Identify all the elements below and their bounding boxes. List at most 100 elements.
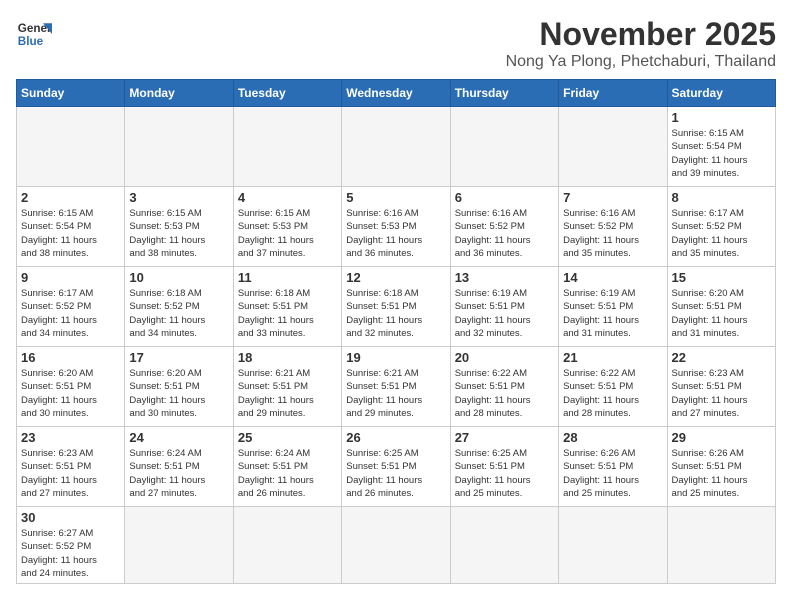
weekday-header-row: SundayMondayTuesdayWednesdayThursdayFrid… xyxy=(17,80,776,107)
day-number: 25 xyxy=(238,430,337,445)
calendar-cell xyxy=(125,107,233,187)
calendar-cell xyxy=(667,507,775,584)
calendar-table: SundayMondayTuesdayWednesdayThursdayFrid… xyxy=(16,79,776,584)
cell-sun-info: Sunrise: 6:19 AM Sunset: 5:51 PM Dayligh… xyxy=(455,287,554,340)
day-number: 28 xyxy=(563,430,662,445)
cell-sun-info: Sunrise: 6:15 AM Sunset: 5:53 PM Dayligh… xyxy=(129,207,228,260)
calendar-cell xyxy=(559,507,667,584)
calendar-cell xyxy=(450,107,558,187)
cell-sun-info: Sunrise: 6:21 AM Sunset: 5:51 PM Dayligh… xyxy=(238,367,337,420)
day-number: 4 xyxy=(238,190,337,205)
cell-sun-info: Sunrise: 6:20 AM Sunset: 5:51 PM Dayligh… xyxy=(129,367,228,420)
calendar-cell: 3 Sunrise: 6:15 AM Sunset: 5:53 PM Daylig… xyxy=(125,187,233,267)
cell-sun-info: Sunrise: 6:15 AM Sunset: 5:54 PM Dayligh… xyxy=(21,207,120,260)
day-number: 12 xyxy=(346,270,445,285)
weekday-header-wednesday: Wednesday xyxy=(342,80,450,107)
logo: General Blue xyxy=(16,16,52,52)
day-number: 3 xyxy=(129,190,228,205)
day-number: 13 xyxy=(455,270,554,285)
weekday-header-tuesday: Tuesday xyxy=(233,80,341,107)
calendar-cell: 9Sunrise: 6:17 AM Sunset: 5:52 PM Daylig… xyxy=(17,267,125,347)
day-number: 18 xyxy=(238,350,337,365)
day-number: 23 xyxy=(21,430,120,445)
day-number: 19 xyxy=(346,350,445,365)
cell-sun-info: Sunrise: 6:25 AM Sunset: 5:51 PM Dayligh… xyxy=(455,447,554,500)
calendar-cell: 10 Sunrise: 6:18 AM Sunset: 5:52 PM Dayli… xyxy=(125,267,233,347)
cell-sun-info: Sunrise: 6:22 AM Sunset: 5:51 PM Dayligh… xyxy=(563,367,662,420)
weekday-header-monday: Monday xyxy=(125,80,233,107)
calendar-cell xyxy=(342,507,450,584)
page-header: General Blue November 2025 Nong Ya Plong… xyxy=(16,16,776,71)
cell-sun-info: Sunrise: 6:15 AM Sunset: 5:53 PM Dayligh… xyxy=(238,207,337,260)
cell-sun-info: Sunrise: 6:20 AM Sunset: 5:51 PM Dayligh… xyxy=(672,287,771,340)
calendar-body: 1 Sunrise: 6:15 AM Sunset: 5:54 PM Daylig… xyxy=(17,107,776,584)
calendar-cell: 2 Sunrise: 6:15 AM Sunset: 5:54 PM Daylig… xyxy=(17,187,125,267)
cell-sun-info: Sunrise: 6:16 AM Sunset: 5:52 PM Dayligh… xyxy=(563,207,662,260)
day-number: 7 xyxy=(563,190,662,205)
calendar-week-row: 30Sunrise: 6:27 AM Sunset: 5:52 PM Dayli… xyxy=(17,507,776,584)
calendar-cell: 14 Sunrise: 6:19 AM Sunset: 5:51 PM Dayli… xyxy=(559,267,667,347)
calendar-cell xyxy=(559,107,667,187)
cell-sun-info: Sunrise: 6:16 AM Sunset: 5:52 PM Dayligh… xyxy=(455,207,554,260)
calendar-cell: 21 Sunrise: 6:22 AM Sunset: 5:51 PM Dayli… xyxy=(559,347,667,427)
calendar-cell xyxy=(233,507,341,584)
weekday-header-sunday: Sunday xyxy=(17,80,125,107)
cell-sun-info: Sunrise: 6:19 AM Sunset: 5:51 PM Dayligh… xyxy=(563,287,662,340)
calendar-cell: 12 Sunrise: 6:18 AM Sunset: 5:51 PM Dayli… xyxy=(342,267,450,347)
day-number: 21 xyxy=(563,350,662,365)
cell-sun-info: Sunrise: 6:18 AM Sunset: 5:52 PM Dayligh… xyxy=(129,287,228,340)
day-number: 11 xyxy=(238,270,337,285)
calendar-week-row: 2 Sunrise: 6:15 AM Sunset: 5:54 PM Daylig… xyxy=(17,187,776,267)
calendar-cell xyxy=(342,107,450,187)
calendar-cell: 25Sunrise: 6:24 AM Sunset: 5:51 PM Dayli… xyxy=(233,427,341,507)
calendar-cell xyxy=(233,107,341,187)
calendar-cell: 16 Sunrise: 6:20 AM Sunset: 5:51 PM Dayli… xyxy=(17,347,125,427)
cell-sun-info: Sunrise: 6:15 AM Sunset: 5:54 PM Dayligh… xyxy=(672,127,771,180)
cell-sun-info: Sunrise: 6:18 AM Sunset: 5:51 PM Dayligh… xyxy=(346,287,445,340)
weekday-header-saturday: Saturday xyxy=(667,80,775,107)
day-number: 8 xyxy=(672,190,771,205)
logo-icon: General Blue xyxy=(16,16,52,52)
cell-sun-info: Sunrise: 6:17 AM Sunset: 5:52 PM Dayligh… xyxy=(21,287,120,340)
day-number: 10 xyxy=(129,270,228,285)
day-number: 1 xyxy=(672,110,771,125)
calendar-cell: 11 Sunrise: 6:18 AM Sunset: 5:51 PM Dayli… xyxy=(233,267,341,347)
calendar-cell: 27Sunrise: 6:25 AM Sunset: 5:51 PM Dayli… xyxy=(450,427,558,507)
cell-sun-info: Sunrise: 6:27 AM Sunset: 5:52 PM Dayligh… xyxy=(21,527,120,580)
calendar-cell: 29Sunrise: 6:26 AM Sunset: 5:51 PM Dayli… xyxy=(667,427,775,507)
weekday-header-thursday: Thursday xyxy=(450,80,558,107)
calendar-cell: 28 Sunrise: 6:26 AM Sunset: 5:51 PM Dayli… xyxy=(559,427,667,507)
cell-sun-info: Sunrise: 6:20 AM Sunset: 5:51 PM Dayligh… xyxy=(21,367,120,420)
calendar-cell: 1 Sunrise: 6:15 AM Sunset: 5:54 PM Daylig… xyxy=(667,107,775,187)
calendar-cell: 23 Sunrise: 6:23 AM Sunset: 5:51 PM Dayli… xyxy=(17,427,125,507)
calendar-header: SundayMondayTuesdayWednesdayThursdayFrid… xyxy=(17,80,776,107)
day-number: 16 xyxy=(21,350,120,365)
calendar-cell: 30Sunrise: 6:27 AM Sunset: 5:52 PM Dayli… xyxy=(17,507,125,584)
calendar-cell: 6 Sunrise: 6:16 AM Sunset: 5:52 PM Daylig… xyxy=(450,187,558,267)
day-number: 14 xyxy=(563,270,662,285)
day-number: 17 xyxy=(129,350,228,365)
svg-text:Blue: Blue xyxy=(18,35,44,48)
calendar-cell xyxy=(450,507,558,584)
day-number: 22 xyxy=(672,350,771,365)
calendar-cell: 26Sunrise: 6:25 AM Sunset: 5:51 PM Dayli… xyxy=(342,427,450,507)
cell-sun-info: Sunrise: 6:18 AM Sunset: 5:51 PM Dayligh… xyxy=(238,287,337,340)
title-block: November 2025 Nong Ya Plong, Phetchaburi… xyxy=(506,16,776,71)
calendar-cell: 22Sunrise: 6:23 AM Sunset: 5:51 PM Dayli… xyxy=(667,347,775,427)
calendar-cell: 18 Sunrise: 6:21 AM Sunset: 5:51 PM Dayli… xyxy=(233,347,341,427)
calendar-subtitle: Nong Ya Plong, Phetchaburi, Thailand xyxy=(506,53,776,71)
calendar-cell: 17 Sunrise: 6:20 AM Sunset: 5:51 PM Dayli… xyxy=(125,347,233,427)
calendar-title: November 2025 xyxy=(506,16,776,53)
calendar-cell: 15Sunrise: 6:20 AM Sunset: 5:51 PM Dayli… xyxy=(667,267,775,347)
calendar-week-row: 23 Sunrise: 6:23 AM Sunset: 5:51 PM Dayli… xyxy=(17,427,776,507)
calendar-cell: 19Sunrise: 6:21 AM Sunset: 5:51 PM Dayli… xyxy=(342,347,450,427)
cell-sun-info: Sunrise: 6:16 AM Sunset: 5:53 PM Dayligh… xyxy=(346,207,445,260)
cell-sun-info: Sunrise: 6:23 AM Sunset: 5:51 PM Dayligh… xyxy=(21,447,120,500)
calendar-cell xyxy=(17,107,125,187)
calendar-cell: 8 Sunrise: 6:17 AM Sunset: 5:52 PM Daylig… xyxy=(667,187,775,267)
day-number: 6 xyxy=(455,190,554,205)
cell-sun-info: Sunrise: 6:26 AM Sunset: 5:51 PM Dayligh… xyxy=(563,447,662,500)
cell-sun-info: Sunrise: 6:17 AM Sunset: 5:52 PM Dayligh… xyxy=(672,207,771,260)
day-number: 2 xyxy=(21,190,120,205)
calendar-cell: 4 Sunrise: 6:15 AM Sunset: 5:53 PM Daylig… xyxy=(233,187,341,267)
